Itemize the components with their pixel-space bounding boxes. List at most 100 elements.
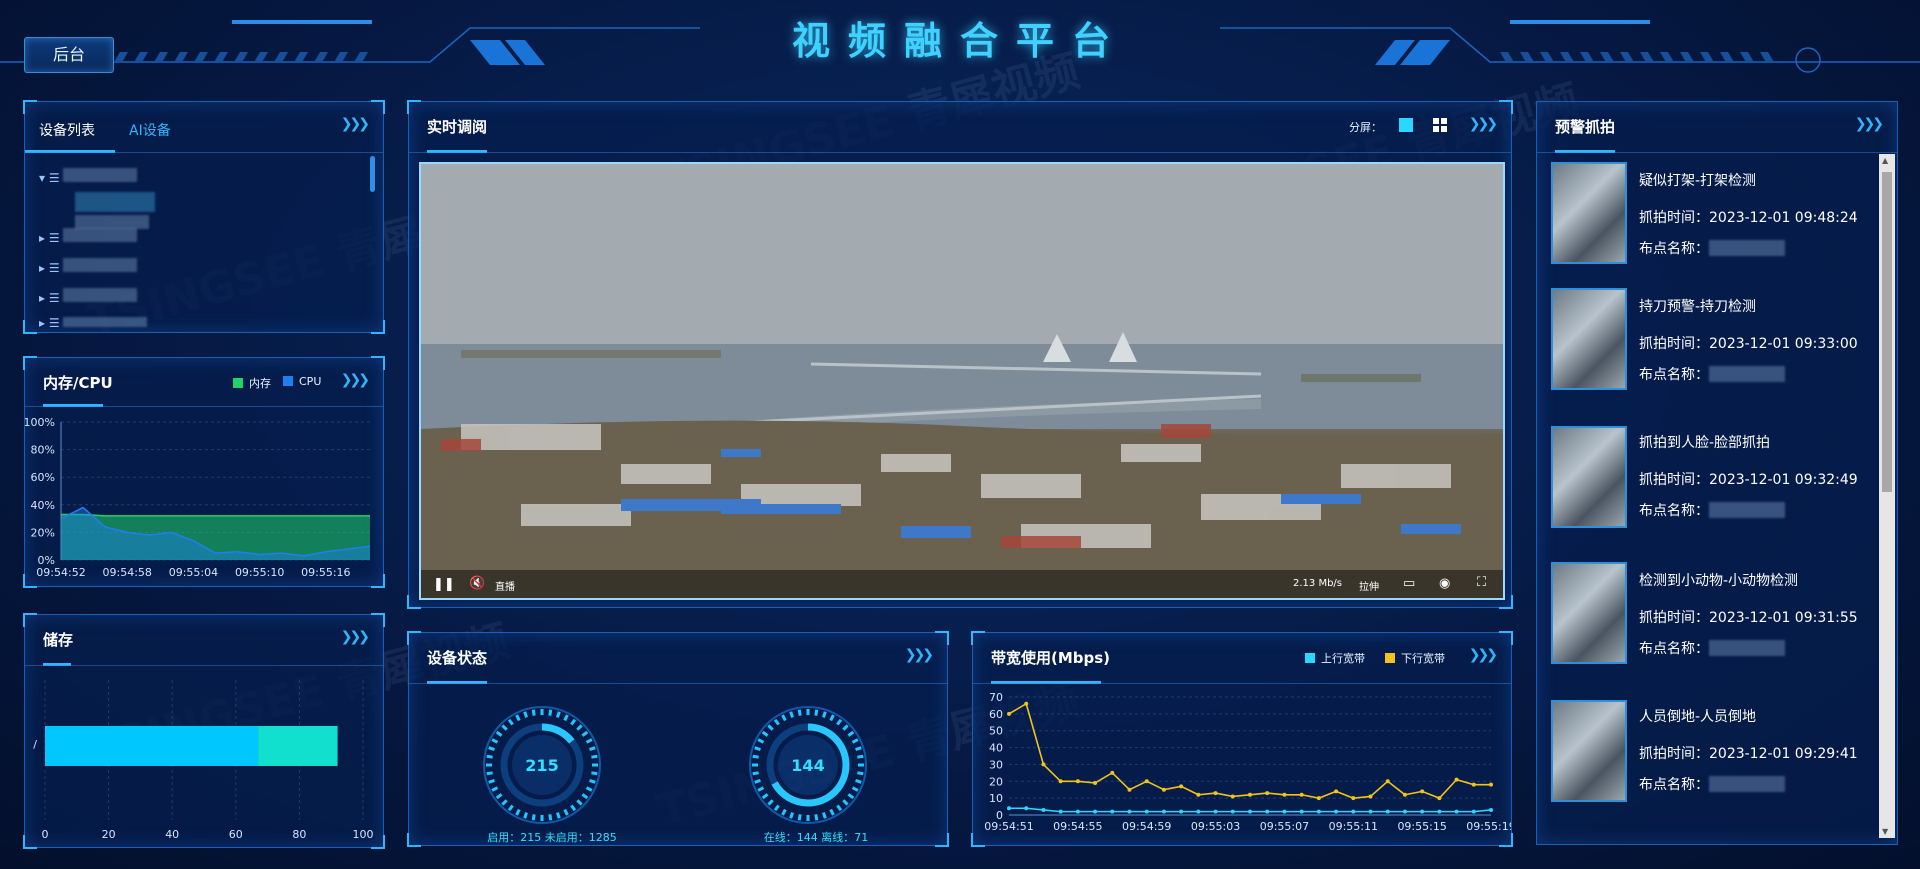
- y-tick-label: 20%: [31, 526, 55, 539]
- fullscreen-icon[interactable]: ⛶: [1477, 575, 1486, 590]
- split-grid-icon[interactable]: [1433, 118, 1447, 132]
- gauge-tick: [486, 771, 493, 776]
- gauge-tick: [531, 814, 536, 821]
- data-point: [1351, 809, 1356, 814]
- data-point: [1385, 809, 1390, 814]
- scrollbar[interactable]: [370, 156, 375, 192]
- data-point: [1161, 809, 1166, 814]
- gauge-tick: [855, 746, 862, 751]
- video-player[interactable]: ❚❚ 🔇 直播 2.13 Mb/s 拉伸 ▭ ◉ ⛶: [419, 162, 1505, 600]
- split-single-icon[interactable]: [1399, 118, 1413, 132]
- snapshot-thumbnail[interactable]: [1551, 426, 1627, 528]
- alert-time: 抓拍时间：2023-12-01 09:31:55: [1639, 610, 1858, 626]
- mute-icon[interactable]: 🔇: [469, 576, 485, 591]
- gauge-tick: [752, 754, 759, 759]
- pause-icon[interactable]: ❚❚: [433, 577, 455, 592]
- data-point: [1368, 809, 1373, 814]
- more-arrows-icon[interactable]: ❯❯❯: [1855, 116, 1884, 132]
- data-point: [1420, 789, 1425, 794]
- cpu-panel: 内存/CPU 内存 CPU ❯❯❯ 0% 20% 40% 60% 80% 100% 09:5…: [23, 356, 385, 588]
- more-arrows-icon[interactable]: ❯❯❯: [905, 647, 934, 663]
- stretch-button[interactable]: 拉伸: [1359, 578, 1379, 593]
- gauge-tick: [576, 799, 583, 806]
- list-item[interactable]: 抓拍到人脸-脸部抓拍 抓拍时间：2023-12-01 09:32:49 布点名称…: [1537, 426, 1877, 546]
- x-tick-label: 09:55:07: [1260, 820, 1309, 833]
- scrollbar[interactable]: ▲ ▼: [1879, 154, 1895, 838]
- snapshot-icon[interactable]: ◉: [1439, 576, 1450, 591]
- data-point: [1041, 762, 1046, 767]
- x-tick-label: 100: [353, 828, 374, 841]
- gauge-tick: [570, 804, 577, 812]
- gauge-tick: [507, 804, 514, 812]
- data-point: [1385, 779, 1390, 784]
- data-point: [1334, 789, 1339, 794]
- data-point: [1282, 809, 1287, 814]
- list-item[interactable]: 疑似打架-打架检测 抓拍时间：2023-12-01 09:48:24 布点名称：: [1537, 162, 1877, 282]
- alert-time: 抓拍时间：2023-12-01 09:48:24: [1639, 210, 1858, 226]
- tree-node[interactable]: ▸ ☰: [39, 316, 148, 336]
- more-arrows-icon[interactable]: ❯❯❯: [341, 116, 370, 132]
- tree-node-placeholder: [75, 192, 155, 216]
- snapshot-thumbnail[interactable]: [1551, 700, 1627, 802]
- snapshot-thumbnail[interactable]: [1551, 562, 1627, 664]
- tree-node[interactable]: ▸ ☰: [39, 258, 138, 278]
- data-point: [1179, 809, 1184, 814]
- gauge-tick: [851, 786, 859, 792]
- x-tick-label: 80: [292, 828, 306, 841]
- status-gauges: 215 144: [483, 706, 867, 824]
- y-tick-label: 70: [989, 691, 1003, 704]
- gauge-2-caption: 在线：144 离线：71: [763, 831, 869, 844]
- data-point: [1144, 779, 1149, 784]
- more-arrows-icon[interactable]: ❯❯❯: [1469, 116, 1498, 132]
- tree-node[interactable]: ▸ ☰: [39, 288, 138, 308]
- tab-device-list[interactable]: 设备列表: [39, 120, 95, 140]
- gauge-tick: [847, 793, 855, 800]
- series-line-1: [1008, 702, 1491, 800]
- bandwidth-chart: 01020304050607009:54:51 09:54:55 09:54:59 0…: [984, 691, 1511, 833]
- alert-time: 抓拍时间：2023-12-01 09:29:41: [1639, 746, 1858, 762]
- alert-time: 抓拍时间：2023-12-01 09:33:00: [1639, 336, 1858, 352]
- gauge-tick: [836, 718, 843, 726]
- gauge-value: 215: [525, 756, 558, 775]
- more-arrows-icon[interactable]: ❯❯❯: [341, 372, 370, 388]
- split-label: 分屏：: [1349, 121, 1382, 134]
- data-point: [1489, 807, 1493, 812]
- tree-node[interactable]: ▸ ☰: [39, 228, 138, 248]
- more-arrows-icon[interactable]: ❯❯❯: [1469, 647, 1498, 663]
- gauge-tick: [781, 808, 787, 816]
- gauge-tick: [781, 714, 787, 722]
- data-point: [1041, 807, 1046, 812]
- data-point: [1471, 809, 1476, 814]
- record-icon[interactable]: ▭: [1403, 576, 1415, 591]
- list-item[interactable]: 人员倒地-人员倒地 抓拍时间：2023-12-01 09:29:41 布点名称：: [1537, 700, 1877, 820]
- legend-cpu: CPU: [283, 375, 321, 388]
- gauge-tick: [581, 730, 589, 737]
- alert-time: 抓拍时间：2023-12-01 09:32:49: [1639, 472, 1858, 488]
- panel-title: 内存/CPU: [43, 374, 113, 392]
- gauge-tick: [531, 709, 536, 716]
- gauge-tick: [589, 779, 596, 784]
- tree-node[interactable]: ▾ ☰: [39, 168, 138, 188]
- back-button[interactable]: 后台: [24, 37, 114, 73]
- gauge-tick: [789, 711, 794, 718]
- data-point: [1248, 809, 1252, 814]
- snapshot-thumbnail[interactable]: [1551, 162, 1627, 264]
- list-item[interactable]: 持刀预警-持刀检测 抓拍时间：2023-12-01 09:33:00 布点名称：: [1537, 288, 1877, 408]
- data-point: [1351, 796, 1356, 801]
- y-tick-label: 20: [989, 775, 1003, 788]
- gauge-tick: [829, 714, 835, 722]
- snapshot-thumbnail[interactable]: [1551, 288, 1627, 390]
- more-arrows-icon[interactable]: ❯❯❯: [341, 629, 370, 645]
- tab-ai-devices[interactable]: AI设备: [129, 120, 171, 140]
- gauge-tick: [851, 738, 859, 744]
- gauge-tick: [581, 793, 589, 800]
- y-tick-label: 60%: [31, 471, 55, 484]
- data-point: [1075, 809, 1080, 814]
- cpu-chart: 0%20%40%60%80%100%09:54:52 09:54:58 09:55:…: [25, 416, 371, 579]
- gauge-tick: [754, 746, 761, 751]
- alert-title: 疑似打架-打架检测: [1639, 173, 1757, 189]
- list-item[interactable]: 检测到小动物-小动物检测 抓拍时间：2023-12-01 09:31:55 布点…: [1537, 562, 1877, 682]
- data-point: [1093, 809, 1098, 814]
- data-point: [1213, 791, 1218, 796]
- gauge-tick: [501, 799, 508, 806]
